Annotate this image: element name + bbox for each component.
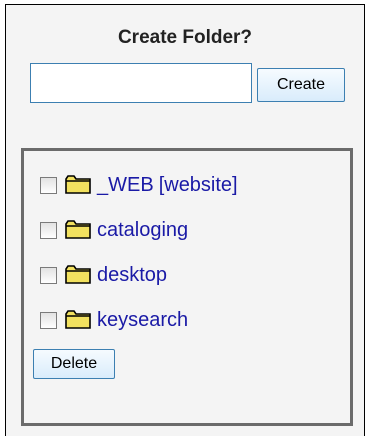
folder-tag: [website] [158, 173, 238, 196]
panel-title: Create Folder? [117, 27, 253, 48]
folder-checkbox[interactable] [40, 266, 57, 284]
folder-list: _WEB [website] cataloging desktop keysea… [21, 148, 353, 426]
folder-link[interactable]: _WEB [97, 174, 154, 197]
folder-icon [65, 175, 91, 194]
list-item: desktop [40, 262, 167, 288]
list-item: keysearch [40, 307, 188, 333]
folder-link[interactable]: keysearch [97, 309, 188, 332]
folder-name-input[interactable] [30, 63, 252, 103]
delete-button[interactable]: Delete [33, 349, 115, 379]
folder-icon [65, 265, 91, 284]
folder-icon [65, 220, 91, 239]
folder-link[interactable]: desktop [97, 264, 167, 287]
folder-checkbox[interactable] [40, 176, 57, 194]
create-button[interactable]: Create [257, 68, 345, 102]
folder-checkbox[interactable] [40, 221, 57, 239]
create-folder-panel: Create Folder? Create _WEB [website] cat… [5, 4, 365, 436]
folder-link[interactable]: cataloging [97, 219, 188, 242]
folder-checkbox[interactable] [40, 311, 57, 329]
folder-icon [65, 310, 91, 329]
list-item: cataloging [40, 217, 188, 243]
list-item: _WEB [website] [40, 172, 238, 198]
